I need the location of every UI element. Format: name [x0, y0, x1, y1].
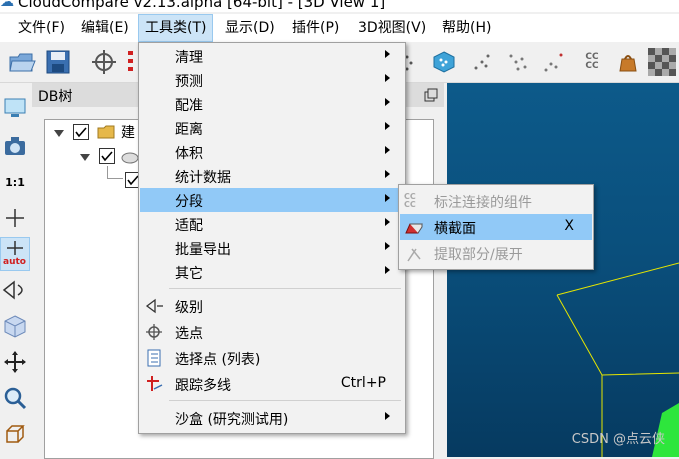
menu-item-batch-export[interactable]: 批量导出: [140, 236, 404, 260]
submenu-arrow-icon: [385, 194, 390, 202]
title-bar: ☁ CloudCompare v2.13.alpha [64-bit] - [3…: [0, 0, 679, 12]
list-icon: [147, 349, 161, 367]
menu-item-distance[interactable]: 距离: [140, 116, 404, 140]
menu-item-volume[interactable]: 体积: [140, 140, 404, 164]
expand-arrow-icon[interactable]: [53, 128, 65, 138]
submenu-arrow-icon: [385, 50, 390, 58]
point-picking-icon: [146, 324, 162, 340]
connected-components-icon[interactable]: CC CC: [576, 46, 608, 78]
menu-plugins[interactable]: 插件(P): [286, 14, 345, 42]
submenu-arrow-icon: [385, 122, 390, 130]
menu-help[interactable]: 帮助(H): [436, 14, 497, 42]
trace-polyline-icon: [147, 376, 163, 391]
subsample-icon[interactable]: [466, 46, 498, 78]
cross-section-icon: [405, 223, 423, 234]
tools-menu: 清理 预测 配准 距离 体积 统计数据 分段 适配 批量导出 其它 级别 选点 …: [138, 42, 406, 434]
submenu-arrow-icon: [385, 74, 390, 82]
magnifier-icon[interactable]: [0, 381, 30, 415]
menu-item-segmentation[interactable]: 分段: [140, 188, 404, 212]
tree-checkbox-root[interactable]: [73, 124, 89, 140]
rotate-icon[interactable]: [0, 273, 30, 307]
menu-item-registration[interactable]: 配准: [140, 92, 404, 116]
box-icon[interactable]: [0, 417, 30, 451]
menu-item-statistics[interactable]: 统计数据: [140, 164, 404, 188]
left-toolbar: 1:1 auto: [0, 83, 30, 457]
zoom-1to1-button[interactable]: 1:1: [0, 165, 30, 199]
menu-3dview[interactable]: 3D视图(V): [352, 14, 432, 42]
bag-icon[interactable]: [612, 46, 644, 78]
submenu-arrow-icon: [385, 412, 390, 420]
folder-icon: [97, 125, 115, 139]
crosshair-icon[interactable]: [0, 201, 30, 235]
camera-icon[interactable]: [0, 129, 30, 163]
menu-display[interactable]: 显示(D): [219, 14, 281, 42]
shortcut-label: Ctrl+P: [340, 375, 386, 391]
checkerboard-icon[interactable]: [646, 46, 678, 78]
submenu-arrow-icon: [385, 146, 390, 154]
menu-item-clean[interactable]: 清理: [140, 44, 404, 68]
noise-filter-icon[interactable]: [502, 46, 534, 78]
point-picking-icon[interactable]: [88, 46, 120, 78]
move-icon[interactable]: [0, 345, 30, 379]
submenu-arrow-icon: [385, 98, 390, 106]
submenu-arrow-icon: [385, 218, 390, 226]
watermark: CSDN @点云侠: [571, 432, 665, 447]
window-title: CloudCompare v2.13.alpha [64-bit] - [3D …: [18, 0, 386, 11]
open-folder-icon[interactable]: [6, 46, 38, 78]
menu-separator: [169, 400, 401, 401]
connected-components-icon: CC CC: [404, 192, 416, 209]
submenu-arrow-icon: [385, 266, 390, 274]
menu-item-predict[interactable]: 预测: [140, 68, 404, 92]
auto-pivot-button[interactable]: auto: [0, 237, 30, 271]
sor-filter-icon[interactable]: [538, 46, 570, 78]
cloud-icon: [121, 152, 139, 164]
bounding-box: [556, 262, 679, 457]
submenu-item-cross-section[interactable]: 横截面 X: [400, 214, 592, 240]
menu-item-trace-polyline[interactable]: 跟踪多线 Ctrl+P: [140, 372, 404, 396]
menu-item-level[interactable]: 级别: [140, 294, 404, 318]
tree-checkbox-cloud[interactable]: [99, 148, 115, 164]
menu-file[interactable]: 文件(F): [12, 14, 71, 42]
menu-bar: 文件(F) 编辑(E) 工具类(T) 显示(D) 插件(P) 3D视图(V) 帮…: [0, 14, 679, 42]
monitor-icon[interactable]: [0, 91, 30, 125]
submenu-item-extract-unfold[interactable]: 提取部分/展开: [400, 240, 592, 266]
extract-unfold-icon: [407, 248, 421, 262]
menu-item-point-picking[interactable]: 选点: [140, 320, 404, 344]
menu-edit[interactable]: 编辑(E): [75, 14, 135, 42]
menu-item-fit[interactable]: 适配: [140, 212, 404, 236]
level-icon: [145, 298, 163, 314]
expand-arrow-icon[interactable]: [79, 152, 91, 162]
shortcut-label: X: [564, 218, 574, 234]
tree-root-label[interactable]: 建: [121, 122, 135, 142]
save-icon[interactable]: [42, 46, 74, 78]
db-tree-title: DB树: [38, 89, 73, 105]
menu-item-other[interactable]: 其它: [140, 260, 404, 284]
menu-separator: [169, 288, 401, 289]
submenu-item-label-connected-components[interactable]: CC CC 标注连接的组件: [400, 188, 592, 214]
sample-points-icon[interactable]: [428, 46, 460, 78]
menu-tools[interactable]: 工具类(T): [138, 14, 214, 42]
segmentation-submenu: CC CC 标注连接的组件 横截面 X 提取部分/展开: [398, 184, 594, 270]
cube-view-icon[interactable]: [0, 309, 30, 343]
menu-item-point-list[interactable]: 选择点 (列表): [140, 346, 404, 370]
menu-item-sandbox[interactable]: 沙盒 (研究测试用): [140, 406, 404, 430]
3d-view[interactable]: [447, 83, 679, 457]
float-panel-icon[interactable]: [424, 88, 438, 102]
submenu-arrow-icon: [385, 170, 390, 178]
submenu-arrow-icon: [385, 242, 390, 250]
list-icon[interactable]: [124, 46, 138, 78]
app-logo-icon: ☁: [0, 0, 14, 10]
